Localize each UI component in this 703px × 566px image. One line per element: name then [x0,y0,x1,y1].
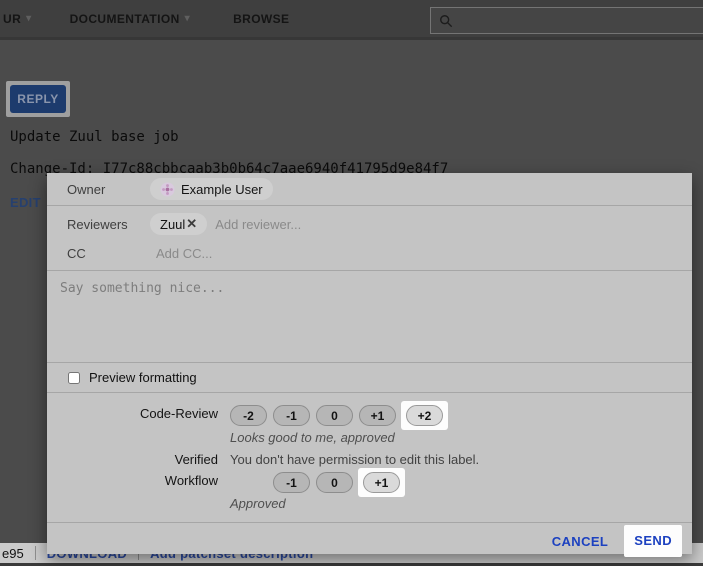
code-review-zero-button[interactable]: 0 [316,405,353,426]
preview-formatting-row: Preview formatting [68,370,197,385]
owner-chip[interactable]: Example User [150,178,273,200]
owner-label: Owner [67,182,150,197]
code-review-hint: Looks good to me, approved [230,430,395,445]
add-cc-input[interactable] [156,246,336,261]
sha-fragment: e95 [2,546,24,561]
owner-row: Owner Example User [67,173,273,205]
divider [35,546,36,560]
search-box[interactable] [430,7,703,34]
add-reviewer-input[interactable] [215,217,395,232]
dialog-footer: CANCEL SEND [552,525,682,557]
chevron-down-icon: ▾ [185,13,190,24]
reviewer-chip-label: Zuul [160,217,185,232]
verified-label: Verified [47,452,218,467]
nav-menu-ur-label: UR [3,12,21,26]
workflow-minus1-button[interactable]: -1 [273,472,310,493]
verified-permission-message: You don't have permission to edit this l… [230,452,479,467]
cancel-button[interactable]: CANCEL [552,534,609,549]
reply-button-highlight: REPLY [6,81,70,117]
cc-row: CC [67,239,336,267]
nav-menu-browse[interactable]: BROWSE [233,12,289,26]
screen: UR ▾ DOCUMENTATION ▾ BROWSE REPLY Update… [0,0,703,566]
code-review-plus2-button[interactable]: +2 [406,405,443,426]
code-review-plus1-button[interactable]: +1 [359,405,396,426]
code-review-label: Code-Review [47,406,218,421]
nav-menu-documentation-label: DOCUMENTATION [70,12,180,26]
reviewer-chip-zuul[interactable]: Zuul ✕ [150,213,207,235]
send-button-highlight: SEND [624,525,682,557]
workflow-buttons: -1 0 +1 [273,468,405,497]
reply-dialog: Owner Example User Reviewers Zuul ✕ [47,173,692,554]
code-review-minus2-button[interactable]: -2 [230,405,267,426]
search-input[interactable] [459,13,689,28]
code-review-plus2-highlight: +2 [401,401,448,430]
divider [47,392,692,393]
preview-formatting-checkbox[interactable] [68,372,80,384]
code-review-buttons: -2 -1 0 +1 +2 [230,401,448,430]
avatar [160,182,175,197]
workflow-zero-button[interactable]: 0 [316,472,353,493]
nav-menu-ur[interactable]: UR ▾ [3,12,32,26]
workflow-plus1-highlight: +1 [358,468,405,497]
reviewers-row: Reviewers Zuul ✕ [67,209,395,239]
workflow-plus1-button[interactable]: +1 [363,472,400,493]
reply-message-textarea[interactable] [47,270,692,363]
commit-message-title: Update Zuul base job [10,129,179,145]
top-nav-bar: UR ▾ DOCUMENTATION ▾ BROWSE [0,0,703,40]
send-button[interactable]: SEND [634,533,672,548]
code-review-minus1-button[interactable]: -1 [273,405,310,426]
preview-formatting-label: Preview formatting [89,370,197,385]
chevron-down-icon: ▾ [26,13,31,24]
nav-menu-browse-label: BROWSE [233,12,289,26]
reply-button[interactable]: REPLY [10,85,66,113]
edit-link[interactable]: EDIT [10,195,41,210]
remove-reviewer-icon[interactable]: ✕ [186,216,197,232]
divider [47,522,692,523]
divider [47,205,692,206]
workflow-label: Workflow [47,473,218,488]
workflow-hint: Approved [230,496,286,511]
reviewers-label: Reviewers [67,217,150,232]
cc-label: CC [67,246,150,261]
nav-menu-documentation[interactable]: DOCUMENTATION ▾ [70,12,191,26]
search-icon [439,14,453,28]
owner-chip-label: Example User [181,182,263,197]
